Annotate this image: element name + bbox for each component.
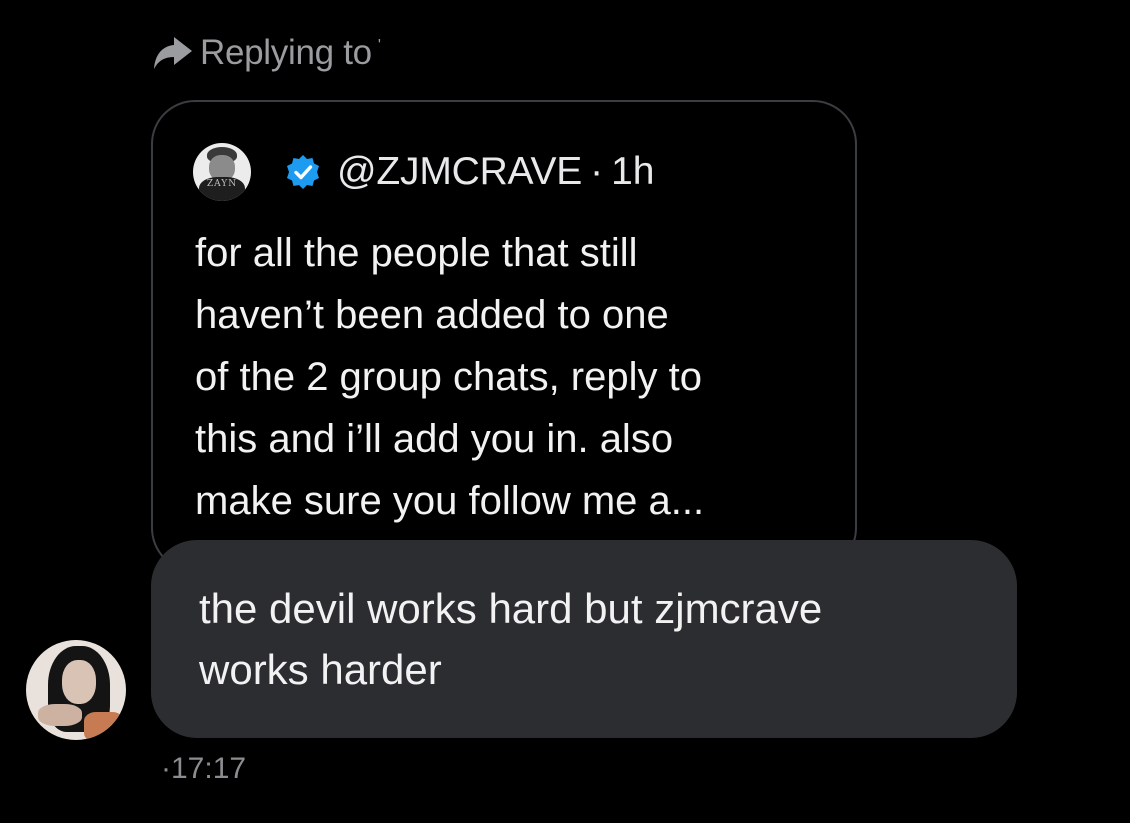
verified-badge-icon — [287, 155, 319, 189]
quoted-tweet-time[interactable]: 1h — [611, 150, 654, 194]
meta-separator: · — [590, 150, 604, 193]
quoted-author-handle[interactable]: @ZJMCRAVE — [337, 150, 582, 194]
reply-message-bubble[interactable]: the devil works hard but zjmcrave works … — [151, 540, 1017, 738]
replying-to-handle[interactable]: ' — [378, 37, 381, 55]
replying-to-header: Replying to ' — [152, 30, 381, 76]
quoted-author-avatar[interactable]: ZAYN — [193, 143, 251, 201]
message-timestamp: ·17:17 — [161, 752, 247, 785]
reply-arrow-icon — [154, 37, 192, 69]
replying-to-label: Replying to — [200, 33, 372, 72]
reply-message-text: the devil works hard but zjmcrave works … — [199, 585, 823, 693]
quoted-tweet-meta: ZAYN @ZJMCRAVE · 1h — [193, 142, 654, 202]
avatar-logo-text: ZAYN — [206, 179, 238, 189]
user-avatar[interactable] — [26, 640, 126, 740]
quoted-tweet-card[interactable]: ZAYN @ZJMCRAVE · 1h for all the people t… — [151, 100, 857, 572]
quoted-tweet-text: for all the people that still haven’t be… — [195, 231, 705, 523]
